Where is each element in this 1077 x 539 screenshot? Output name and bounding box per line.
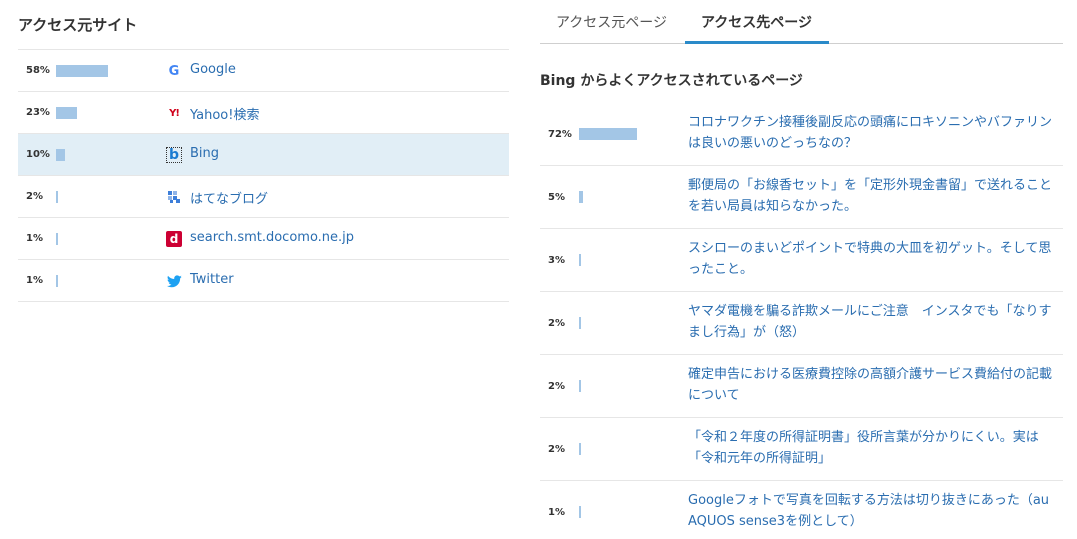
page-link[interactable]: 郵便局の「お線香セット」を「定形外現金書留」で送れることを若い局員は知らなかった…: [688, 175, 1058, 217]
source-label[interactable]: Bing: [190, 146, 219, 161]
source-row-bing[interactable]: 10% b Bing: [18, 134, 509, 176]
destination-list: 72% コロナワクチン接種後副反応の頭痛にロキソニンやバファリンは良いの悪いのど…: [540, 103, 1063, 539]
page-bar: [579, 380, 581, 392]
page-percent: 2%: [548, 381, 565, 392]
page-bar-track: [579, 191, 659, 203]
twitter-icon: [166, 273, 182, 289]
source-percent: 1%: [26, 233, 43, 244]
source-label[interactable]: search.smt.docomo.ne.jp: [190, 230, 354, 245]
active-tab-indicator: [685, 41, 829, 44]
page-bar: [579, 506, 581, 518]
source-bar-track: [56, 107, 146, 119]
source-bar-track: [56, 65, 146, 77]
tab-bar: アクセス元ページ アクセス先ページ: [540, 0, 1063, 44]
docomo-icon: d: [166, 231, 182, 247]
source-label[interactable]: Yahoo!検索: [190, 104, 259, 123]
list-item[interactable]: 2% 「令和２年度の所得証明書」役所言葉が分かりにくい。実は「令和元年の所得証明…: [540, 418, 1063, 481]
source-percent: 2%: [26, 191, 43, 202]
source-row-yahoo[interactable]: 23% Y! Yahoo!検索: [18, 92, 509, 134]
source-percent: 1%: [26, 275, 43, 286]
source-percent: 10%: [26, 149, 50, 160]
page-percent: 1%: [548, 507, 565, 518]
page-link[interactable]: 確定申告における医療費控除の高額介護サービス費給付の記載について: [688, 364, 1058, 406]
page-bar: [579, 443, 581, 455]
list-item[interactable]: 2% ヤマダ電機を騙る詐欺メールにご注意 インスタでも「なりすまし行為」が（怒）: [540, 292, 1063, 355]
list-item[interactable]: 3% スシローのまいどポイントで特典の大皿を初ゲット。そして思ったこと。: [540, 229, 1063, 292]
page-bar-track: [579, 443, 659, 455]
page-link[interactable]: スシローのまいどポイントで特典の大皿を初ゲット。そして思ったこと。: [688, 238, 1058, 280]
source-bar-track: [56, 233, 146, 245]
page-bar-track: [579, 380, 659, 392]
source-bar: [56, 191, 58, 203]
source-bar-track: [56, 191, 146, 203]
list-item[interactable]: 2% 確定申告における医療費控除の高額介護サービス費給付の記載について: [540, 355, 1063, 418]
source-percent: 58%: [26, 65, 50, 76]
source-bar-track: [56, 149, 146, 161]
source-row-docomo[interactable]: 1% d search.smt.docomo.ne.jp: [18, 218, 509, 260]
destination-section-title: Bing からよくアクセスされているページ: [540, 73, 803, 89]
page-bar: [579, 254, 581, 266]
source-row-hatena[interactable]: 2% はてなブログ: [18, 176, 509, 218]
source-percent: 23%: [26, 107, 50, 118]
source-label[interactable]: Twitter: [190, 272, 234, 287]
page-percent: 2%: [548, 444, 565, 455]
page-percent: 72%: [548, 129, 572, 140]
source-bar: [56, 107, 77, 119]
page-percent: 3%: [548, 255, 565, 266]
page-link[interactable]: Googleフォトで写真を回転する方法は切り抜きにあった（au AQUOS se…: [688, 490, 1058, 532]
page-bar-track: [579, 317, 659, 329]
source-row-google[interactable]: 58% G Google: [18, 50, 509, 92]
source-bar: [56, 233, 58, 245]
bing-icon: b: [166, 147, 182, 163]
page-bar: [579, 191, 583, 203]
google-icon: G: [168, 63, 180, 79]
list-item[interactable]: 72% コロナワクチン接種後副反応の頭痛にロキソニンやバファリンは良いの悪いのど…: [540, 103, 1063, 166]
source-label[interactable]: Google: [190, 62, 236, 77]
page-percent: 2%: [548, 318, 565, 329]
source-label[interactable]: はてなブログ: [190, 188, 268, 207]
page-bar: [579, 128, 637, 140]
page-bar-track: [579, 254, 659, 266]
page-bar: [579, 317, 581, 329]
page-percent: 5%: [548, 192, 565, 203]
yahoo-icon: Y!: [169, 107, 180, 119]
hatena-blog-icon: [166, 189, 182, 205]
source-bar: [56, 275, 58, 287]
access-source-title: アクセス元サイト: [18, 16, 138, 34]
page-link[interactable]: 「令和２年度の所得証明書」役所言葉が分かりにくい。実は「令和元年の所得証明」: [688, 427, 1058, 469]
source-bar: [56, 149, 65, 161]
source-row-twitter[interactable]: 1% Twitter: [18, 260, 509, 302]
page-link[interactable]: ヤマダ電機を騙る詐欺メールにご注意 インスタでも「なりすまし行為」が（怒）: [688, 301, 1058, 343]
page-bar-track: [579, 506, 659, 518]
source-bar: [56, 65, 109, 77]
tab-access-source-page[interactable]: アクセス元ページ: [556, 12, 667, 32]
source-list: 58% G Google 23% Y! Yahoo!検索 10% b Bing …: [18, 49, 509, 302]
list-item[interactable]: 5% 郵便局の「お線香セット」を「定形外現金書留」で送れることを若い局員は知らな…: [540, 166, 1063, 229]
tab-access-destination-page[interactable]: アクセス先ページ: [701, 12, 812, 32]
source-bar-track: [56, 275, 146, 287]
page-bar-track: [579, 128, 659, 140]
page-link[interactable]: コロナワクチン接種後副反応の頭痛にロキソニンやバファリンは良いの悪いのどっちなの…: [688, 112, 1058, 154]
list-item[interactable]: 1% Googleフォトで写真を回転する方法は切り抜きにあった（au AQUOS…: [540, 481, 1063, 539]
